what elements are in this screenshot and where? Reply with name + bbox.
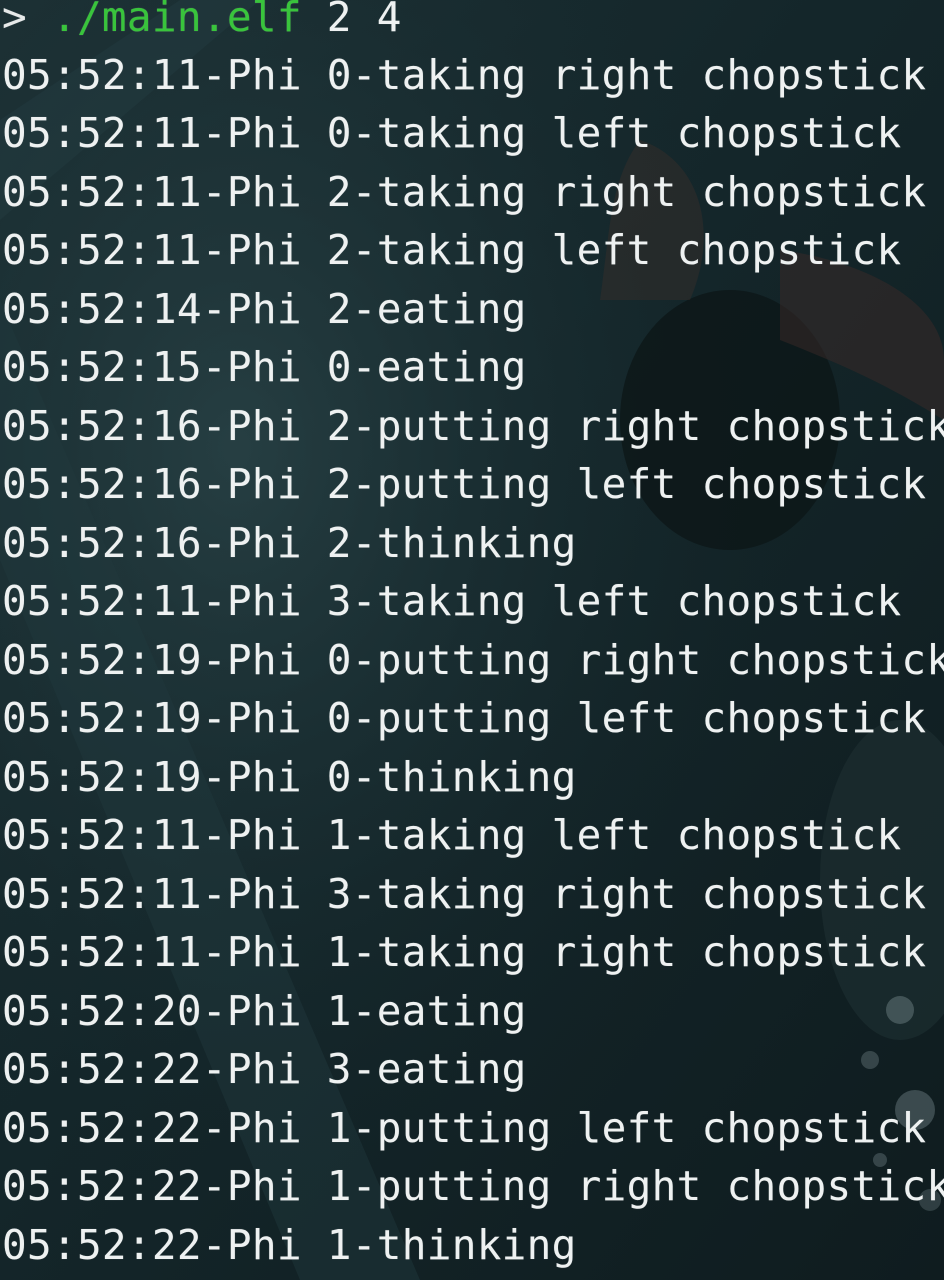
output-line: 05:52:14-Phi 2-eating [2,285,527,333]
output-line: 05:52:20-Phi 1-eating [2,987,527,1035]
output-line: 05:52:16-Phi 2-putting left chopstick [2,460,927,508]
output-line: 05:52:22-Phi 1-putting left chopstick [2,1104,927,1152]
output-line: 05:52:19-Phi 0-putting right chopstick [2,636,944,684]
output-line: 05:52:11-Phi 1-taking right chopstick [2,928,927,976]
command-prompt-line: > ./main.elf 2 4 [2,0,402,46]
output-line: 05:52:22-Phi 3-eating [2,1045,527,1093]
terminal-output[interactable]: > ./main.elf 2 4 05:52:11-Phi 0-taking r… [0,0,944,1280]
prompt-symbol: > [2,0,27,41]
output-line: 05:52:16-Phi 2-thinking [2,519,577,567]
output-line: 05:52:11-Phi 0-taking left chopstick [2,109,902,157]
output-line: 05:52:19-Phi 0-putting left chopstick [2,694,927,742]
output-line: 05:52:11-Phi 2-taking left chopstick [2,226,902,274]
output-line: 05:52:15-Phi 0-eating [2,343,527,391]
output-line: 05:52:11-Phi 2-taking right chopstick [2,168,927,216]
output-line: 05:52:11-Phi 3-taking right chopstick [2,870,927,918]
command-args: 2 4 [326,0,402,41]
output-line: 05:52:11-Phi 0-taking right chopstick [2,51,927,99]
output-line: 05:52:22-Phi 1-thinking [2,1221,577,1269]
output-line: 05:52:16-Phi 2-putting right chopstick [2,402,944,450]
output-line: 05:52:11-Phi 3-taking left chopstick [2,577,902,625]
command-name: ./main.elf [51,0,302,41]
output-line: 05:52:11-Phi 1-taking left chopstick [2,811,902,859]
output-line: 05:52:22-Phi 1-putting right chopstick [2,1162,944,1210]
output-line: 05:52:19-Phi 0-thinking [2,753,577,801]
